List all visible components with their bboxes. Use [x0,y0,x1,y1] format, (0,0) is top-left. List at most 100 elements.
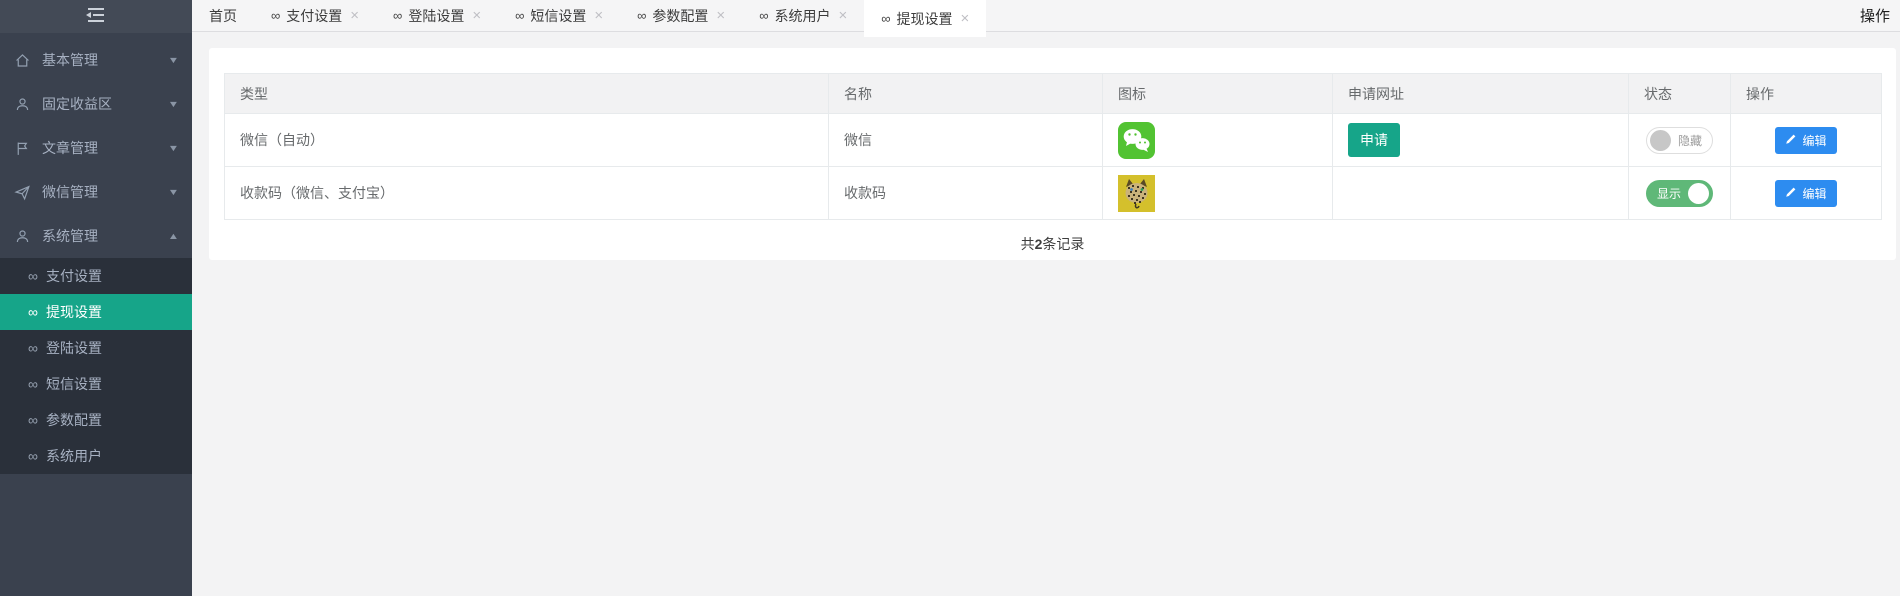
column-header-type: 类型 [225,74,829,114]
flag-icon [14,140,38,157]
sidebar-item-label: 系统管理 [42,226,169,246]
tab-label: 提现设置 [897,9,953,29]
sidebar-subitem-label: 登陆设置 [46,338,102,358]
status-toggle[interactable]: 隐藏 [1646,127,1713,154]
sidebar-subitem-users[interactable]: ∞ 系统用户 [0,438,192,474]
column-header-icon: 图标 [1103,74,1333,114]
link-icon: ∞ [881,11,890,26]
record-count: 共2条记录 [209,234,1896,254]
edit-button[interactable]: 编辑 [1775,180,1836,207]
cell-actions: 编辑 [1731,167,1882,220]
sidebar-item-label: 文章管理 [42,138,169,158]
withdraw-settings-table: 类型 名称 图标 申请网址 状态 操作 微信（自动） 微信 [224,73,1882,220]
home-icon [14,52,38,69]
user-icon [14,228,38,245]
sidebar-header [0,0,192,33]
sidebar-subitem-params[interactable]: ∞ 参数配置 [0,402,192,438]
link-icon: ∞ [28,412,38,428]
chevron-up-icon: ▲ [168,231,180,241]
cell-status: 隐藏 [1629,114,1731,167]
table-row: 微信（自动） 微信 [225,114,1882,167]
sidebar-subitem-withdraw[interactable]: ∞ 提现设置 [0,294,192,330]
sidebar-item-label: 基本管理 [42,50,169,70]
sidebar-item-articles[interactable]: 文章管理 ▼ [0,126,192,170]
cell-apply: 申请 [1333,114,1629,167]
edit-button[interactable]: 编辑 [1775,127,1836,154]
main-content: 类型 名称 图标 申请网址 状态 操作 微信（自动） 微信 [192,33,1900,596]
sidebar-subitem-sms[interactable]: ∞ 短信设置 [0,366,192,402]
tab-home[interactable]: 首页 [192,0,254,31]
link-icon: ∞ [28,448,38,464]
toggle-label: 隐藏 [1678,132,1702,149]
chevron-down-icon: ▼ [168,187,180,197]
close-icon[interactable]: × [961,10,970,27]
column-header-actions: 操作 [1731,74,1882,114]
cell-actions: 编辑 [1731,114,1882,167]
send-icon [14,184,38,201]
record-count-suffix: 条记录 [1042,236,1084,252]
toggle-knob [1650,130,1671,151]
sidebar-subitem-label: 提现设置 [46,302,102,322]
tab-label: 登陆设置 [408,6,464,26]
cell-icon [1103,114,1333,167]
tab-bar: 首页 ∞ 支付设置 × ∞ 登陆设置 × ∞ 短信设置 × ∞ 参数配置 × ∞… [192,0,1900,32]
sidebar-item-label: 固定收益区 [42,94,169,114]
tab-label: 参数配置 [652,6,708,26]
status-toggle[interactable]: 显示 [1646,180,1713,207]
qrcode-cat-icon [1118,175,1155,212]
column-header-name: 名称 [829,74,1103,114]
link-icon: ∞ [271,8,280,23]
toggle-knob [1688,183,1709,204]
cell-name: 收款码 [829,167,1103,220]
tab-label: 系统用户 [774,6,830,26]
sidebar-subitem-label: 参数配置 [46,410,102,430]
column-header-status: 状态 [1629,74,1731,114]
table-header-row: 类型 名称 图标 申请网址 状态 操作 [225,74,1882,114]
cell-status: 显示 [1629,167,1731,220]
sidebar-subitem-label: 系统用户 [46,446,102,466]
cell-apply [1333,167,1629,220]
close-icon[interactable]: × [594,7,603,24]
link-icon: ∞ [637,8,646,23]
close-icon[interactable]: × [716,7,725,24]
sidebar-item-basic[interactable]: 基本管理 ▼ [0,38,192,82]
sidebar-subitem-login[interactable]: ∞ 登陆设置 [0,330,192,366]
chevron-down-icon: ▼ [168,55,180,65]
pencil-icon [1785,133,1797,148]
tab-label: 支付设置 [286,6,342,26]
tab-params-config[interactable]: ∞ 参数配置 × [620,0,742,31]
edit-button-label: 编辑 [1802,185,1826,202]
tab-withdraw-settings[interactable]: ∞ 提现设置 × [864,0,986,37]
table-row: 收款码（微信、支付宝） 收款码 [225,167,1882,220]
topbar-action-button[interactable]: 操作 [1860,0,1900,31]
link-icon: ∞ [515,8,524,23]
close-icon[interactable]: × [472,7,481,24]
sidebar-subitem-label: 短信设置 [46,374,102,394]
sidebar-item-wechat[interactable]: 微信管理 ▼ [0,170,192,214]
chevron-down-icon: ▼ [168,143,180,153]
link-icon: ∞ [759,8,768,23]
cell-type: 微信（自动） [225,114,829,167]
tab-login-settings[interactable]: ∞ 登陆设置 × [376,0,498,31]
sidebar-collapse-icon[interactable] [83,6,109,27]
apply-button[interactable]: 申请 [1348,123,1400,157]
sidebar-subitem-payment[interactable]: ∞ 支付设置 [0,258,192,294]
cell-icon [1103,167,1333,220]
wechat-icon [1118,122,1155,159]
link-icon: ∞ [28,340,38,356]
link-icon: ∞ [28,268,38,284]
withdraw-settings-card: 类型 名称 图标 申请网址 状态 操作 微信（自动） 微信 [209,48,1896,260]
tab-system-users[interactable]: ∞ 系统用户 × [742,0,864,31]
column-header-apply-url: 申请网址 [1333,74,1629,114]
tab-payment-settings[interactable]: ∞ 支付设置 × [254,0,376,31]
link-icon: ∞ [28,304,38,320]
sidebar-item-fixed-income[interactable]: 固定收益区 ▼ [0,82,192,126]
sidebar-item-system[interactable]: 系统管理 ▲ [0,214,192,258]
toggle-label: 显示 [1657,185,1681,202]
sidebar-subitem-label: 支付设置 [46,266,102,286]
close-icon[interactable]: × [350,7,359,24]
close-icon[interactable]: × [838,7,847,24]
tab-sms-settings[interactable]: ∞ 短信设置 × [498,0,620,31]
edit-button-label: 编辑 [1802,132,1826,149]
sidebar-item-label: 微信管理 [42,182,169,202]
